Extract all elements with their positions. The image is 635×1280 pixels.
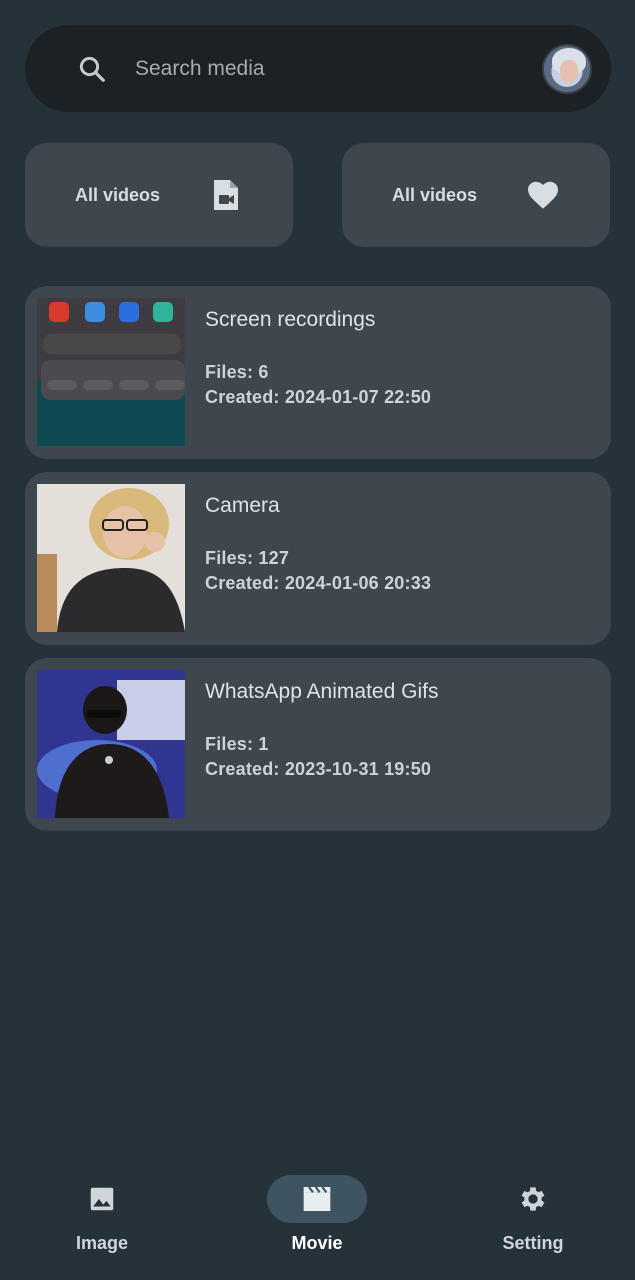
heart-icon [525,177,561,213]
search-bar[interactable]: Search media [25,25,611,112]
nav-item-movie[interactable]: Movie [252,1175,382,1254]
album-file-count: Files: 6 [205,362,269,382]
album-title: Screen recordings [205,308,376,331]
gear-icon [483,1175,583,1223]
avatar[interactable] [542,43,592,94]
album-created-date: Created: 2024-01-06 20:33 [205,573,432,593]
nav-label: Setting [502,1233,564,1253]
favorite-videos-label: All videos [392,184,478,205]
album-camera[interactable]: Camera Files: 127 Created: 2024-01-06 20… [25,472,611,645]
video-file-icon [208,177,244,213]
search-input[interactable]: Search media [135,57,542,81]
all-videos-label: All videos [75,184,161,205]
nav-label: Image [75,1233,129,1253]
favorite-videos-button[interactable]: All videos [342,143,610,247]
album-title: WhatsApp Animated Gifs [205,680,439,703]
image-icon [52,1175,152,1223]
album-screen-recordings[interactable]: Screen recordings Files: 6 Created: 2024… [25,286,611,459]
movie-icon [267,1175,367,1223]
all-videos-button[interactable]: All videos [25,143,293,247]
album-created-date: Created: 2023-10-31 19:50 [205,759,432,779]
album-created-date: Created: 2024-01-07 22:50 [205,387,432,407]
media-app-screen: Search media All videos All videos Scree… [0,0,635,1280]
nav-label: Movie [291,1233,343,1253]
album-file-count: Files: 1 [205,734,269,754]
album-thumbnail [37,298,185,446]
album-title: Camera [205,494,280,517]
album-thumbnail [37,484,185,632]
nav-item-setting[interactable]: Setting [468,1175,598,1254]
search-icon[interactable] [75,52,109,86]
album-file-count: Files: 127 [205,548,290,568]
album-thumbnail [37,670,185,818]
bottom-navigation: Image Movie Setting [0,1160,635,1280]
album-whatsapp-animated-gifs[interactable]: WhatsApp Animated Gifs Files: 1 Created:… [25,658,611,831]
nav-item-image[interactable]: Image [37,1175,167,1254]
